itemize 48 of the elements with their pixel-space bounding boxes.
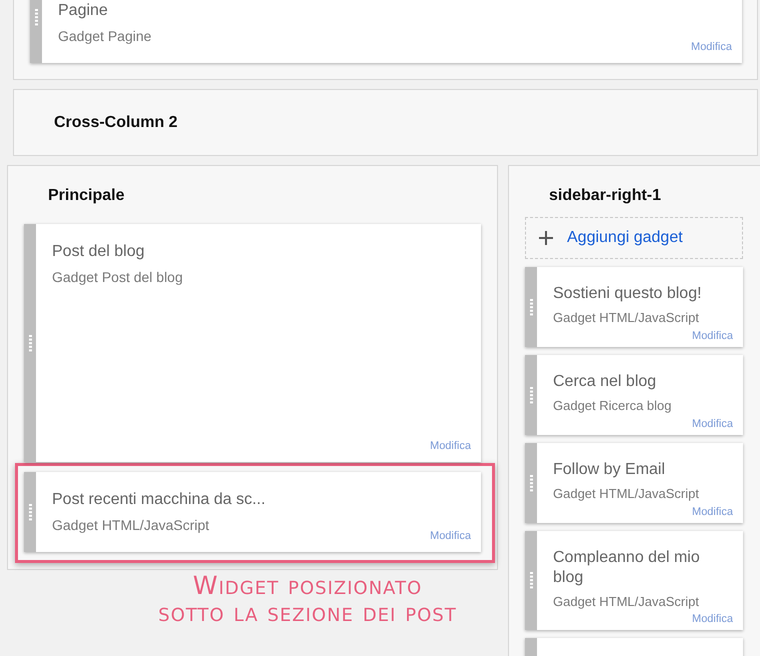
gadget-type: Gadget Post del blog bbox=[52, 268, 184, 286]
gadget-card[interactable]: Follow by Email Gadget HTML/JavaScript Modifica bbox=[525, 443, 743, 523]
plus-icon bbox=[539, 231, 553, 245]
edit-link[interactable]: Modifica bbox=[692, 418, 733, 431]
section-title: Cross-Column 2 bbox=[54, 114, 178, 132]
drag-handle[interactable] bbox=[24, 472, 36, 552]
section-title: Principale bbox=[47, 186, 126, 206]
grip-icon bbox=[530, 386, 532, 404]
gadget-title: Pagine bbox=[58, 1, 109, 21]
drag-handle[interactable] bbox=[525, 531, 537, 630]
gadget-card[interactable]: Post del blog Gadget Post del blog Modifica bbox=[24, 224, 481, 462]
gadget-type: Gadget HTML/JavaScript bbox=[52, 516, 210, 534]
gadget-type: Gadget HTML/JavaScript bbox=[553, 310, 699, 326]
gadget-card[interactable]: Compleanno del mio blog Gadget HTML/JavaScript Modifica bbox=[525, 531, 743, 630]
edit-link[interactable]: Modifica bbox=[691, 41, 732, 54]
grip-icon bbox=[530, 474, 532, 492]
edit-link[interactable]: Modifica bbox=[692, 613, 733, 626]
gadget-type: Gadget Pagine bbox=[58, 27, 152, 45]
drag-handle[interactable] bbox=[525, 355, 537, 435]
gadget-title: Post recenti macchina da sc... bbox=[52, 490, 266, 510]
gadget-title: Compleanno del mio blog bbox=[553, 548, 701, 588]
annotation-text: sotto la sezione dei post bbox=[158, 599, 457, 626]
gadget-title: Sostieni questo blog! bbox=[553, 284, 703, 304]
grip-icon bbox=[28, 504, 32, 520]
edit-link[interactable]: Modifica bbox=[692, 506, 733, 519]
gadget-type: Gadget HTML/JavaScript bbox=[553, 594, 699, 610]
edit-link[interactable]: Modifica bbox=[692, 330, 733, 343]
grip-icon bbox=[530, 298, 532, 316]
drag-handle[interactable] bbox=[525, 267, 537, 347]
gadget-type: Gadget Ricerca blog bbox=[553, 398, 672, 414]
grip-icon bbox=[530, 572, 532, 589]
edit-link[interactable]: Modifica bbox=[430, 440, 471, 453]
annotation-text: Widget posizionato bbox=[192, 572, 422, 599]
gadget-card[interactable]: Pagine Gadget Pagine Modifica bbox=[30, 0, 742, 63]
gadget-title: Post del blog bbox=[52, 242, 146, 262]
section-title: sidebar-right-1 bbox=[548, 186, 662, 206]
grip-icon bbox=[34, 8, 38, 26]
gadget-type: Gadget HTML/JavaScript bbox=[553, 486, 699, 502]
gadget-title: Cerca nel blog bbox=[553, 372, 658, 392]
gadget-card[interactable]: Post recenti macchina da sc... Gadget HTML/JavaScript Modifica bbox=[24, 472, 481, 552]
edit-link[interactable]: Modifica bbox=[430, 530, 471, 543]
drag-handle[interactable] bbox=[24, 224, 36, 462]
gadget-card[interactable]: Sostieni questo blog! Gadget HTML/JavaScript Modifica bbox=[525, 267, 743, 347]
drag-handle[interactable] bbox=[525, 443, 537, 523]
gadget-title: Follow by Email bbox=[553, 460, 666, 480]
grip-icon bbox=[28, 334, 32, 352]
add-gadget-button[interactable]: Aggiungi gadget bbox=[525, 217, 743, 259]
gadget-card[interactable]: Cerca nel blog Gadget Ricerca blog Modifica bbox=[525, 355, 743, 435]
